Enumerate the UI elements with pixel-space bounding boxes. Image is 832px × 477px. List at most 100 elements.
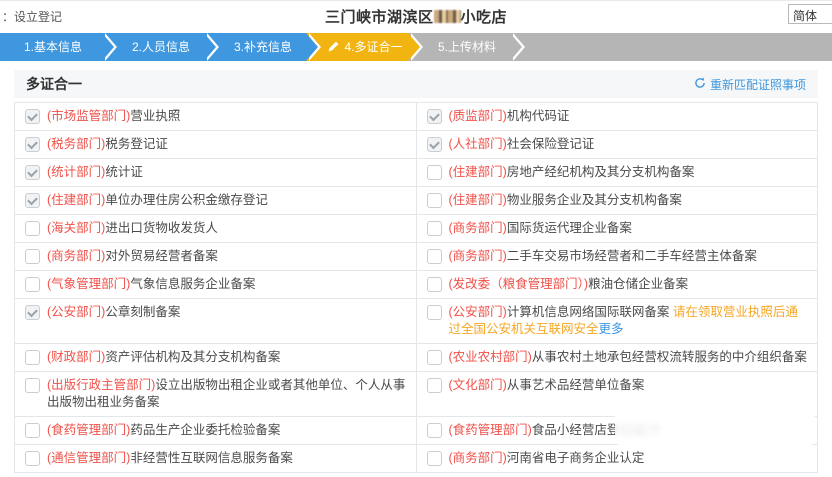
item-checkbox-checked[interactable] [427,137,442,152]
item-checkbox[interactable] [25,221,40,236]
item-department: (海关部门) [47,221,105,235]
item-checkbox[interactable] [427,193,442,208]
page-title-suffix: 小吃店 [461,9,508,26]
language-select[interactable]: 简体 [788,4,832,24]
item-label: (财政部门)资产评估机构及其分支机构备案 [47,349,280,366]
item-department: (住建部门) [47,193,105,207]
item-checkbox[interactable] [427,305,442,320]
item-name: 非经营性互联网信息服务备案 [130,451,293,465]
item-department: (税务部门) [47,137,105,151]
item-checkbox[interactable] [427,350,442,365]
item-department: (农业农村部门) [449,350,532,364]
wizard-stepper: 1.基本信息 2.人员信息 3.补充信息 4.多证合一 5.上传材料 [0,33,832,61]
item-checkbox-checked[interactable] [25,109,40,124]
item-department: (发改委（粮食管理部门）) [449,277,589,291]
item-department: (市场监管部门) [47,109,130,123]
item-label: (海关部门)进出口货物收发货人 [47,220,218,237]
top-bar: ：设立登记 三门峡市湖滨区小吃店 简体 [0,1,832,28]
item-checkbox[interactable] [25,249,40,264]
step-label: 2.人员信息 [132,40,190,54]
item-checkbox[interactable] [427,378,442,393]
item-department: (住建部门) [449,165,507,179]
item-checkbox-checked[interactable] [25,193,40,208]
checklist-item: (农业农村部门)从事农村土地承包经营权流转服务的中介组织备案 [417,344,819,372]
item-name: 营业执照 [130,109,180,123]
item-label: (发改委（粮食管理部门）)粮油仓储企业备案 [449,276,689,293]
item-checkbox[interactable] [25,423,40,438]
panel-title: 多证合一 [26,74,82,94]
item-department: (财政部门) [47,350,105,364]
item-checkbox-checked[interactable] [25,137,40,152]
item-name: 公章刻制备案 [105,305,180,319]
step-label: 1.基本信息 [24,40,82,54]
item-checkbox-checked[interactable] [427,109,442,124]
item-department: (住建部门) [449,193,507,207]
step-multi-certificate[interactable]: 4.多证合一 [306,33,408,61]
item-label: (食药管理部门)药品生产企业委托检验备案 [47,422,280,439]
item-label: (统计部门)统计证 [47,164,143,181]
item-department: (公安部门) [449,305,507,319]
checklist-item: (商务部门)河南省电子商务企业认定 [417,445,819,473]
item-department: (气象管理部门) [47,277,130,291]
item-checkbox[interactable] [427,221,442,236]
step-basic-info[interactable]: 1.基本信息 [0,33,102,61]
rematch-licenses-link[interactable]: 重新匹配证照事项 [694,76,806,93]
more-link[interactable]: 更多 [599,322,624,336]
item-department: (人社部门) [449,137,507,151]
pencil-icon [327,35,340,63]
checklist-item: (市场监管部门)营业执照 [15,103,417,131]
step-upload-materials[interactable]: 5.上传材料 [408,33,510,61]
item-checkbox[interactable] [427,277,442,292]
checklist-item: (住建部门)房地产经纪机构及其分支机构备案 [417,159,819,187]
step-label: 5.上传材料 [438,40,496,54]
item-checkbox[interactable] [427,423,442,438]
checklist-item: (食药管理部门)药品生产企业委托检验备案 [15,417,417,445]
checklist-item: (商务部门)国际货运代理企业备案 [417,215,819,243]
item-label: (农业农村部门)从事农村土地承包经营权流转服务的中介组织备案 [449,349,807,366]
item-name: 从事艺术品经营单位备案 [507,378,645,392]
item-checkbox[interactable] [427,165,442,180]
item-name: 统计证 [105,165,143,179]
step-personnel-info[interactable]: 2.人员信息 [102,33,204,61]
step-label: 3.补充信息 [234,40,292,54]
item-checkbox-checked[interactable] [25,305,40,320]
item-label: (公安部门)公章刻制备案 [47,304,180,321]
item-name: 气象信息服务企业备案 [130,277,255,291]
item-department: (文化部门) [449,378,507,392]
item-name: 粮油仓储企业备案 [588,277,688,291]
checklist-item: (人社部门)社会保险登记证 [417,131,819,159]
multi-cert-panel: 多证合一 重新匹配证照事项 (市场监管部门)营业执照 (质监部门)机构代码证 (税务… [14,70,818,473]
item-checkbox[interactable] [25,378,40,393]
checklist-item: (质监部门)机构代码证 [417,103,819,131]
checklist-item: (商务部门)二手车交易市场经营者和二手车经营主体备案 [417,243,819,271]
item-checkbox[interactable] [427,249,442,264]
checklist-item: (食药管理部门)食品小经营店登记证(个 [417,417,819,445]
item-name: 房地产经纪机构及其分支机构备案 [507,165,695,179]
page-title: 三门峡市湖滨区小吃店 [0,6,832,27]
item-name: 社会保险登记证 [507,137,595,151]
item-name: 计算机信息网络国际联网备案 [507,305,670,319]
item-checkbox[interactable] [25,350,40,365]
title-redaction-patch [434,10,461,23]
checklist-item: (发改委（粮食管理部门）)粮油仓储企业备案 [417,271,819,299]
checklist-item: (海关部门)进出口货物收发货人 [15,215,417,243]
item-name: 从事农村土地承包经营权流转服务的中介组织备案 [532,350,807,364]
checklist-item: (商务部门)对外贸易经营者备案 [15,243,417,271]
item-label: (市场监管部门)营业执照 [47,108,180,125]
item-checkbox[interactable] [25,451,40,466]
item-label: (商务部门)国际货运代理企业备案 [449,220,632,237]
item-label: (通信管理部门)非经营性互联网信息服务备案 [47,450,293,467]
refresh-icon [694,77,706,92]
item-name: 税务登记证 [105,137,168,151]
step-supplementary-info[interactable]: 3.补充信息 [204,33,306,61]
item-label: (商务部门)河南省电子商务企业认定 [449,450,645,467]
item-label: (住建部门)单位办理住房公积金缴存登记 [47,192,268,209]
item-checkbox[interactable] [25,277,40,292]
item-checkbox[interactable] [427,451,442,466]
item-name: 机构代码证 [507,109,570,123]
item-checkbox-checked[interactable] [25,165,40,180]
checklist-item: (住建部门)物业服务企业及其分支机构备案 [417,187,819,215]
checklist-item: (财政部门)资产评估机构及其分支机构备案 [15,344,417,372]
item-department: (出版行政主管部门) [47,378,155,392]
item-label: (出版行政主管部门)设立出版物出租企业或者其他单位、个人从事出版物出租业务备案 [47,377,406,411]
